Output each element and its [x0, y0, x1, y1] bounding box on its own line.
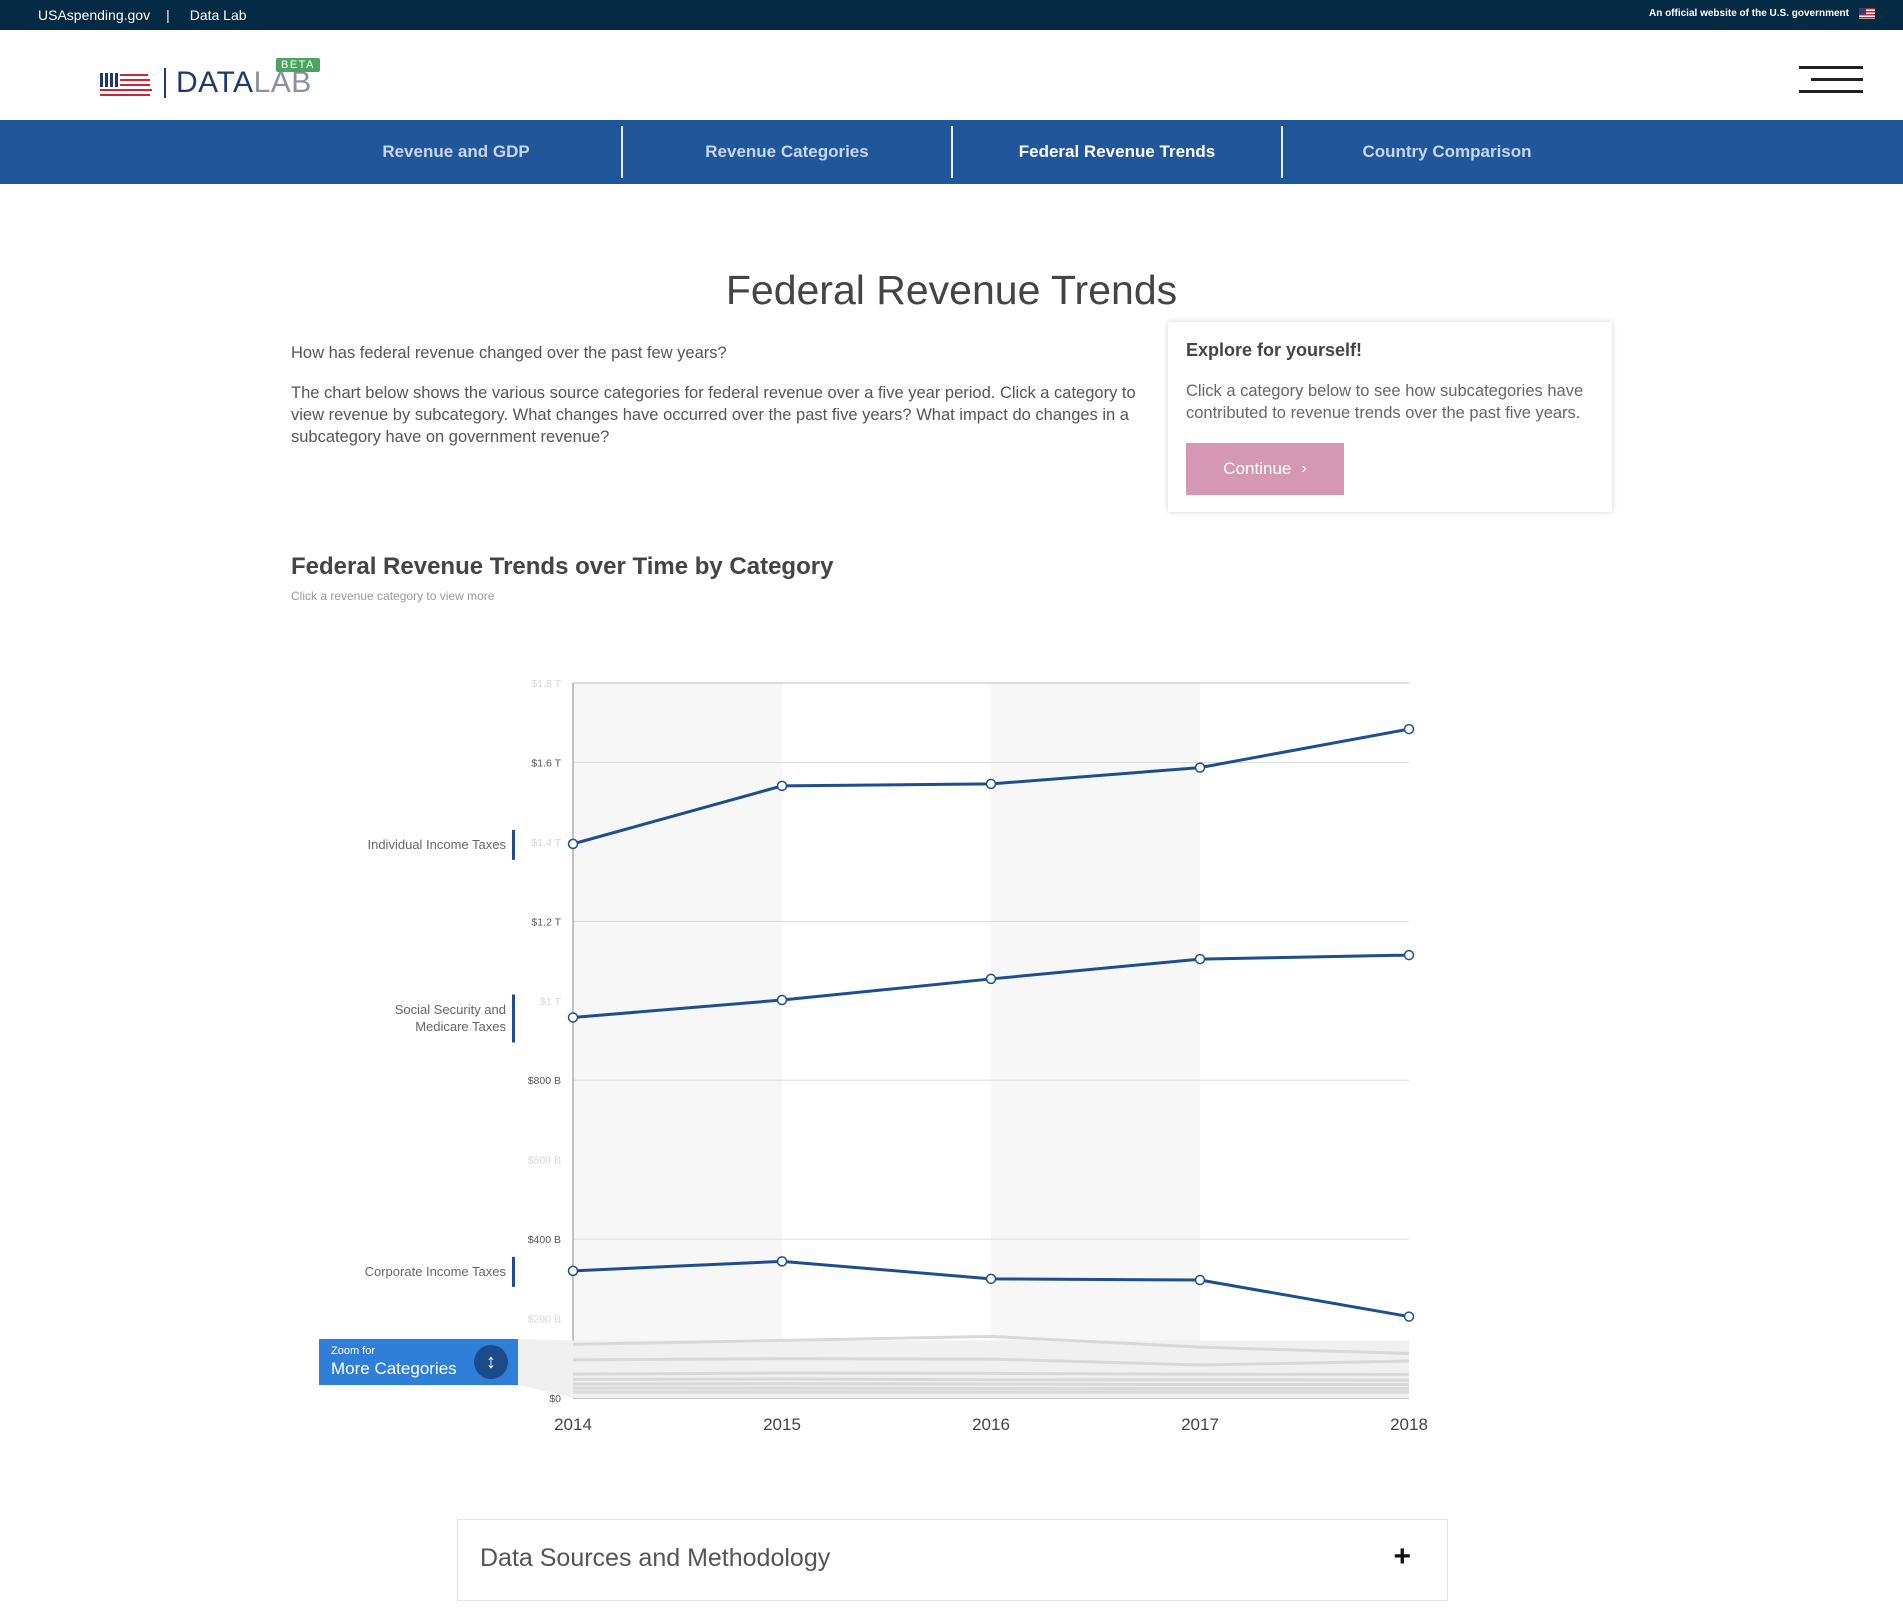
zoom-label-small: Zoom for	[331, 1345, 376, 1357]
data-point	[1194, 1274, 1206, 1286]
category-marker	[512, 994, 515, 1043]
data-point	[567, 1012, 579, 1023]
chart-column-band	[782, 683, 991, 1398]
data-point	[776, 1256, 788, 1267]
accordion-label: Data Sources and Methodology	[480, 1544, 831, 1572]
x-tick-label: 2018	[1390, 1415, 1428, 1434]
chart-column-band	[991, 683, 1200, 1398]
zoom-callout	[518, 1339, 573, 1398]
y-tick-label: $1.4 T	[531, 837, 561, 849]
minor-series-line	[572, 1382, 1409, 1386]
y-tick-label: $1 T	[540, 996, 561, 1008]
data-point	[1194, 762, 1206, 773]
data-point	[567, 838, 579, 850]
zoom-more-categories-button[interactable]: Zoom for More Categories ↕	[319, 1339, 518, 1385]
y-tick-label: $200 B	[528, 1314, 561, 1326]
data-point	[776, 780, 788, 792]
plus-icon: +	[1393, 1540, 1411, 1573]
y-tick-label: $1.8 T	[531, 678, 561, 690]
y-tick-label: $0	[549, 1393, 561, 1405]
zoom-label-big: More Categories	[331, 1359, 457, 1378]
data-point	[1194, 953, 1206, 965]
data-point	[567, 1265, 579, 1277]
revenue-trends-chart: $0 $200 B $400 B $600 B $800 B $1 T $1.2 T $1.4…	[365, 678, 1428, 1434]
data-point	[985, 1273, 997, 1285]
chart-column-band	[573, 683, 782, 1398]
data-point	[1403, 949, 1415, 961]
chart-column-band	[1200, 683, 1409, 1398]
y-tick-label: $800 B	[528, 1075, 561, 1087]
x-tick-label: 2016	[972, 1415, 1010, 1434]
category-label: Individual Income Taxes	[367, 837, 506, 852]
y-tick-label: $600 B	[528, 1155, 561, 1167]
data-sources-accordion[interactable]: Data Sources and Methodology +	[457, 1519, 1448, 1601]
category-label: Social Security and Medicare Taxes	[395, 1002, 507, 1034]
data-point	[1403, 723, 1415, 735]
minor-series-line	[572, 1371, 1410, 1377]
data-point	[985, 778, 997, 790]
data-point	[1403, 1311, 1415, 1322]
category-label: Corporate Income Taxes	[365, 1264, 507, 1279]
y-tick-label: $400 B	[528, 1234, 561, 1246]
data-point	[776, 994, 788, 1006]
category-marker	[512, 1256, 515, 1287]
x-tick-label: 2015	[763, 1415, 801, 1434]
x-tick-label: 2017	[1181, 1415, 1219, 1434]
category-marker	[512, 829, 515, 860]
up-down-arrow-icon: ↕	[474, 1345, 508, 1379]
minor-series-line	[572, 1377, 1410, 1382]
data-point	[985, 973, 997, 985]
y-tick-label: $1.6 T	[531, 757, 561, 769]
x-tick-label: 2014	[554, 1415, 592, 1434]
y-tick-label: $1.2 T	[531, 916, 561, 928]
